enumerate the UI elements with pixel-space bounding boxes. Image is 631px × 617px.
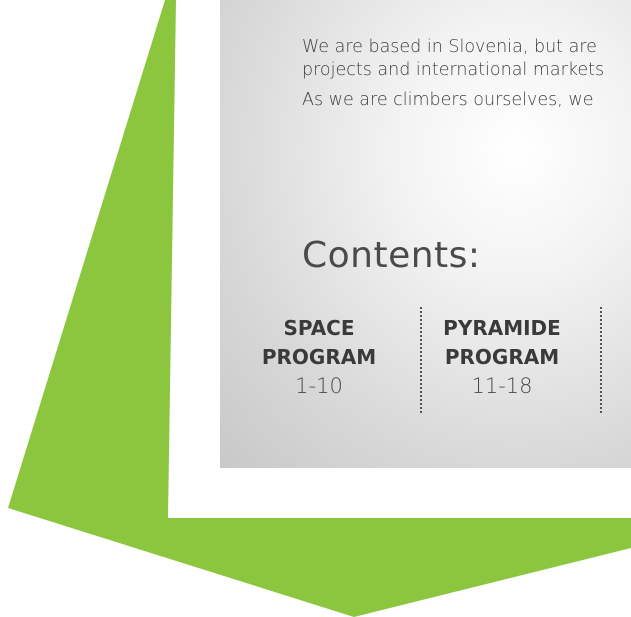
contents-entry-pyramide-program[interactable]: PYRAMIDE PROGRAM 11-18 [422,314,582,400]
entry-title-line-1: PYRAMIDE [443,316,561,340]
contents-entry-space-program[interactable]: SPACE PROGRAM 1-10 [244,314,394,400]
entry-title-line-1: SPACE [283,316,355,340]
entry-title-line-2: PROGRAM [444,345,560,369]
intro-paragraph-2: As we are climbers ourselves, we [302,90,594,110]
contents-heading: Contents: [302,235,481,276]
entry-title-line-2: PROGRAM [261,345,377,369]
entry-page-range: 11-18 [471,374,533,398]
intro-paragraph-1-line-1: We are based in Slovenia, but are [302,37,597,57]
intro-paragraph-1-line-2: projects and international markets [302,60,605,80]
dotted-separator [600,307,602,413]
intro-paragraph-1: We are based in Slovenia, but are projec… [302,36,631,82]
entry-page-range: 1-10 [295,374,343,398]
content-panel: We are based in Slovenia, but are projec… [220,0,631,468]
